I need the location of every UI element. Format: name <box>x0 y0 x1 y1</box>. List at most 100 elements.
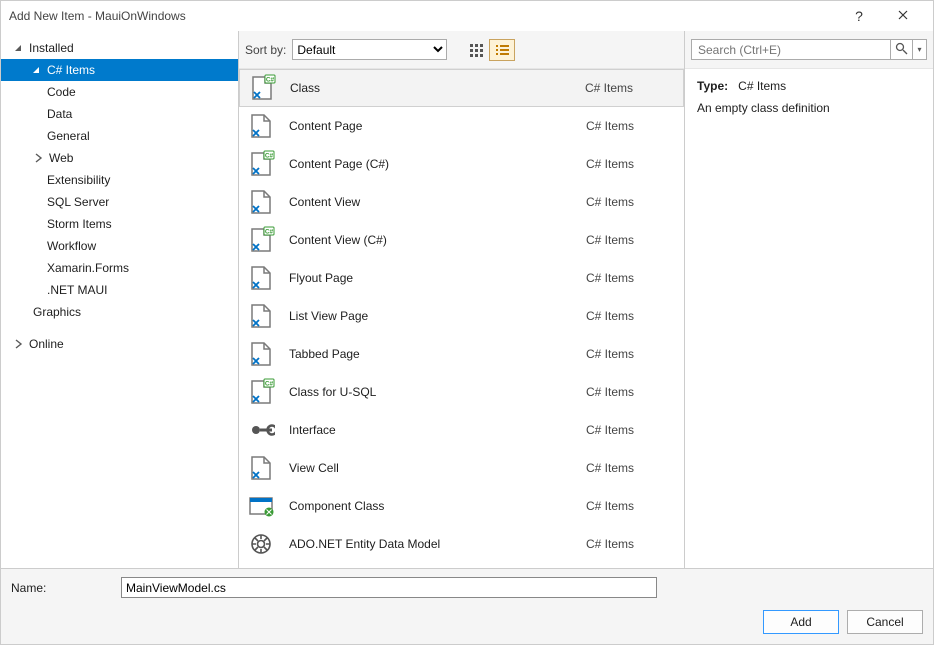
component-icon <box>247 492 275 520</box>
add-new-item-dialog: Add New Item - MauiOnWindows ? Installed <box>0 0 934 645</box>
xaml-page-icon <box>247 302 275 330</box>
chevron-right-icon <box>11 337 25 351</box>
template-item[interactable]: Component ClassC# Items <box>239 487 684 525</box>
class-cs-icon: C# <box>247 378 275 406</box>
tree-item-sql-server[interactable]: SQL Server <box>1 191 238 213</box>
search-button[interactable] <box>890 40 912 59</box>
template-item-name: Interface <box>289 423 586 437</box>
add-button[interactable]: Add <box>763 610 839 634</box>
template-item-name: Class for U-SQL <box>289 385 586 399</box>
tree-label: Storm Items <box>47 217 112 231</box>
tree-item-data[interactable]: Data <box>1 103 238 125</box>
xaml-page-icon <box>247 188 275 216</box>
svg-text:C#: C# <box>266 77 275 84</box>
template-item-category: C# Items <box>586 423 676 437</box>
svg-text:C#: C# <box>265 228 274 235</box>
template-item-category: C# Items <box>586 385 676 399</box>
tree-label: Installed <box>29 41 74 55</box>
template-item-category: C# Items <box>585 81 675 95</box>
tree-item-graphics[interactable]: Graphics <box>1 301 238 323</box>
name-row: Name: <box>11 577 923 598</box>
window-title: Add New Item - MauiOnWindows <box>9 9 837 23</box>
tree-label: Xamarin.Forms <box>47 261 129 275</box>
template-item-name: Content View <box>289 195 586 209</box>
template-item[interactable]: InterfaceC# Items <box>239 411 684 449</box>
tree-item-storm-items[interactable]: Storm Items <box>1 213 238 235</box>
view-grid-button[interactable] <box>463 39 489 61</box>
template-item-name: Content Page <box>289 119 586 133</box>
category-tree: Installed C# Items Code Data General Web… <box>1 31 239 568</box>
template-item[interactable]: Tabbed PageC# Items <box>239 335 684 373</box>
template-item-name: View Cell <box>289 461 586 475</box>
template-item-category: C# Items <box>586 157 676 171</box>
tree-item-installed[interactable]: Installed <box>1 37 238 59</box>
tree-item-web[interactable]: Web <box>1 147 238 169</box>
name-label: Name: <box>11 581 111 595</box>
center-panel: Sort by: Default <box>239 31 685 568</box>
tree-label: General <box>47 129 90 143</box>
details-body: Type: C# Items An empty class definition <box>685 69 933 125</box>
type-value: C# Items <box>738 79 786 93</box>
template-item[interactable]: View CellC# Items <box>239 449 684 487</box>
type-description: An empty class definition <box>697 101 921 115</box>
tree-label: Data <box>47 107 72 121</box>
xaml-page-icon <box>247 264 275 292</box>
cancel-button[interactable]: Cancel <box>847 610 923 634</box>
template-item[interactable]: List View PageC# Items <box>239 297 684 335</box>
tree-item-general[interactable]: General <box>1 125 238 147</box>
xaml-page-icon <box>247 112 275 140</box>
template-item-category: C# Items <box>586 195 676 209</box>
template-item-name: Class <box>290 81 585 95</box>
dialog-body: Installed C# Items Code Data General Web… <box>1 31 933 568</box>
template-item-name: List View Page <box>289 309 586 323</box>
template-item-category: C# Items <box>586 461 676 475</box>
tree-item-extensibility[interactable]: Extensibility <box>1 169 238 191</box>
template-item[interactable]: C# Class for U-SQLC# Items <box>239 373 684 411</box>
chevron-down-icon <box>29 63 43 77</box>
tree-item-code[interactable]: Code <box>1 81 238 103</box>
type-label: Type: <box>697 79 728 93</box>
template-item[interactable]: ADO.NET Entity Data ModelC# Items <box>239 525 684 563</box>
template-item[interactable]: C# ClassC# Items <box>239 69 684 107</box>
template-item-name: Component Class <box>289 499 586 513</box>
chevron-down-icon <box>11 41 25 55</box>
search-dropdown-button[interactable]: ▾ <box>912 40 926 59</box>
svg-text:C#: C# <box>265 380 274 387</box>
entity-icon <box>247 530 275 558</box>
name-input[interactable] <box>121 577 657 598</box>
template-item-category: C# Items <box>586 347 676 361</box>
grid-icon <box>469 43 483 57</box>
template-item[interactable]: C# Content View (C#)C# Items <box>239 221 684 259</box>
chevron-right-icon <box>31 151 45 165</box>
tree-label: Workflow <box>47 239 96 253</box>
template-item-name: Content View (C#) <box>289 233 586 247</box>
list-icon <box>495 43 509 57</box>
template-item-category: C# Items <box>586 233 676 247</box>
sort-by-select[interactable]: Default <box>292 39 447 60</box>
template-item[interactable]: Content ViewC# Items <box>239 183 684 221</box>
template-item-category: C# Items <box>586 119 676 133</box>
view-list-button[interactable] <box>489 39 515 61</box>
tree-item-dotnet-maui[interactable]: .NET MAUI <box>1 279 238 301</box>
tree-item-workflow[interactable]: Workflow <box>1 235 238 257</box>
tree-label: Graphics <box>33 305 81 319</box>
template-item[interactable]: C#Content Page (C#)C# Items <box>239 145 684 183</box>
tree-item-xamarin-forms[interactable]: Xamarin.Forms <box>1 257 238 279</box>
template-item[interactable]: Flyout PageC# Items <box>239 259 684 297</box>
template-item-category: C# Items <box>586 499 676 513</box>
bottom-panel: Name: Add Cancel <box>1 568 933 644</box>
class-cs-icon: C# <box>247 226 275 254</box>
titlebar: Add New Item - MauiOnWindows ? <box>1 1 933 31</box>
template-list[interactable]: C#ClassC# ItemsContent PageC# ItemsC#Con… <box>239 69 684 568</box>
template-item-category: C# Items <box>586 537 676 551</box>
help-icon: ? <box>855 8 863 24</box>
tree-item-online[interactable]: Online <box>1 333 238 355</box>
close-button[interactable] <box>881 1 925 31</box>
template-item[interactable]: Content PageC# Items <box>239 107 684 145</box>
help-button[interactable]: ? <box>837 1 881 31</box>
search-input[interactable] <box>692 43 890 57</box>
details-panel: ▾ Type: C# Items An empty class definiti… <box>685 31 933 568</box>
chevron-down-icon: ▾ <box>917 45 921 54</box>
tree-item-csharp-items[interactable]: C# Items <box>1 59 238 81</box>
interface-icon <box>247 416 275 444</box>
